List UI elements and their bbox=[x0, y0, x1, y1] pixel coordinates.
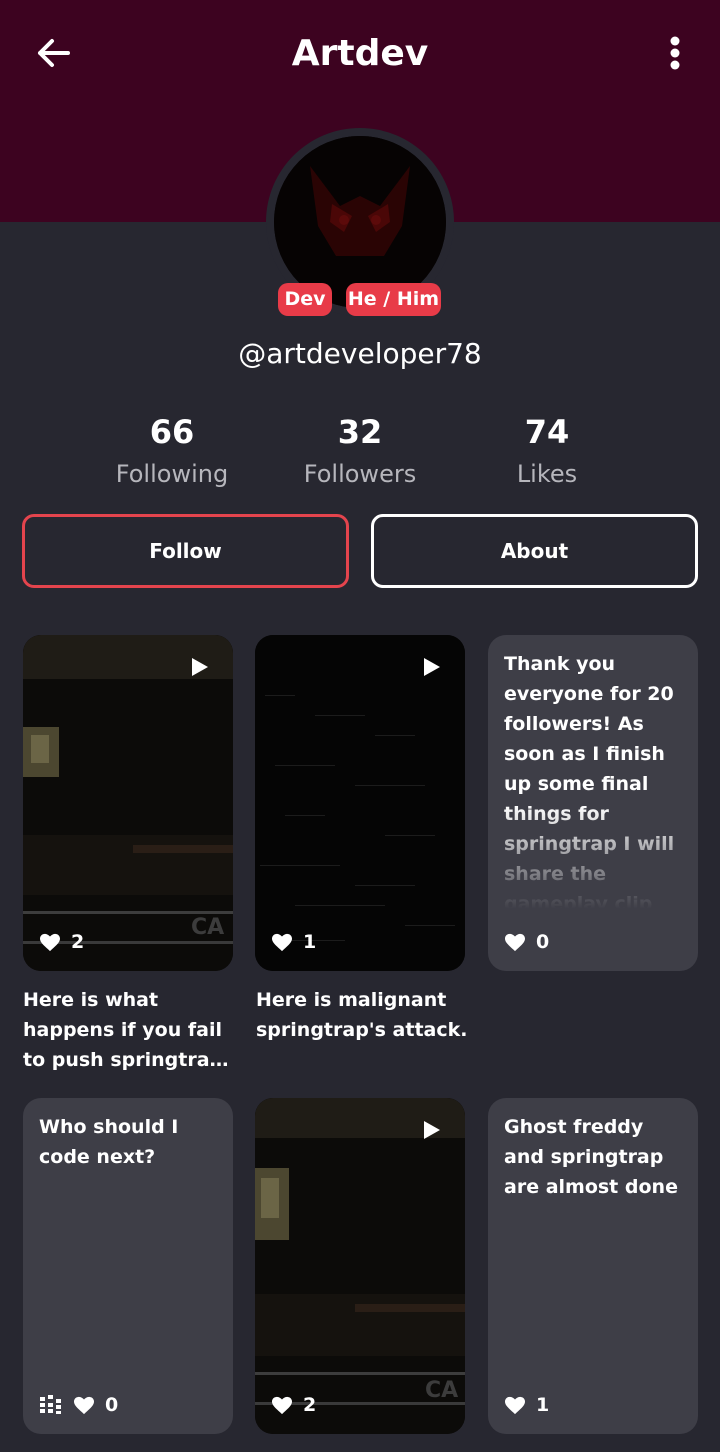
like-count-value: 0 bbox=[536, 931, 550, 953]
like-count: 0 bbox=[504, 931, 549, 953]
play-icon bbox=[424, 1121, 440, 1139]
post-caption[interactable]: Here is malignant springtrap's attack. bbox=[256, 985, 470, 1045]
post-card-text[interactable]: Ghost freddy and springtrap are almost d… bbox=[488, 1098, 698, 1434]
heart-icon bbox=[505, 933, 525, 952]
video-overlay-text: CA bbox=[425, 1378, 459, 1403]
like-count: 1 bbox=[504, 1394, 549, 1416]
like-count-value: 0 bbox=[105, 1394, 119, 1416]
likes-label: Likes bbox=[516, 460, 578, 488]
like-count: 2 bbox=[271, 1394, 316, 1416]
heart-icon bbox=[272, 933, 292, 952]
heart-icon bbox=[272, 1396, 292, 1415]
more-options-button[interactable] bbox=[652, 30, 698, 76]
page-title: Artdev bbox=[291, 33, 429, 74]
post-card-text[interactable]: Thank you everyone for 20 followers! As … bbox=[488, 635, 698, 971]
poll-icon bbox=[40, 1395, 61, 1414]
dev-badge: Dev bbox=[278, 283, 332, 316]
username: @artdeveloper78 bbox=[238, 337, 482, 370]
heart-icon bbox=[505, 1396, 525, 1415]
like-count: 2 bbox=[39, 931, 84, 953]
about-button[interactable]: About bbox=[371, 514, 698, 588]
post-text: Who should I code next? bbox=[39, 1116, 179, 1168]
like-count-value: 2 bbox=[303, 1394, 317, 1416]
video-overlay-text: CA bbox=[191, 915, 225, 940]
post-card-text[interactable]: Who should I code next? 0 bbox=[23, 1098, 233, 1434]
play-icon bbox=[192, 658, 208, 676]
like-count: 0 bbox=[39, 1394, 118, 1416]
like-count-value: 2 bbox=[71, 931, 85, 953]
post-card-video[interactable]: 1 bbox=[255, 635, 465, 971]
post-text: Thank you everyone for 20 followers! As … bbox=[504, 653, 675, 909]
post-caption[interactable]: Here is what happens if you fail to push… bbox=[23, 985, 237, 1075]
more-vertical-icon bbox=[670, 36, 680, 70]
likes-count: 74 bbox=[524, 413, 570, 451]
post-card-video[interactable]: CA 2 bbox=[255, 1098, 465, 1434]
following-label: Following bbox=[115, 460, 229, 488]
stat-likes: 74 Likes bbox=[437, 410, 657, 494]
post-text: Ghost freddy and springtrap are almost d… bbox=[504, 1116, 678, 1198]
post-card-video[interactable]: CA 2 bbox=[23, 635, 233, 971]
stat-following[interactable]: 66 Following bbox=[62, 410, 282, 494]
like-count-value: 1 bbox=[303, 931, 317, 953]
like-count: 1 bbox=[271, 931, 316, 953]
following-count: 66 bbox=[149, 413, 195, 451]
video-thumbnail bbox=[255, 635, 465, 971]
follow-button[interactable]: Follow bbox=[22, 514, 349, 588]
play-icon bbox=[424, 658, 440, 676]
pronoun-badge: He / Him bbox=[346, 283, 441, 316]
heart-icon bbox=[40, 933, 60, 952]
like-count-value: 1 bbox=[536, 1394, 550, 1416]
heart-icon bbox=[74, 1396, 94, 1415]
